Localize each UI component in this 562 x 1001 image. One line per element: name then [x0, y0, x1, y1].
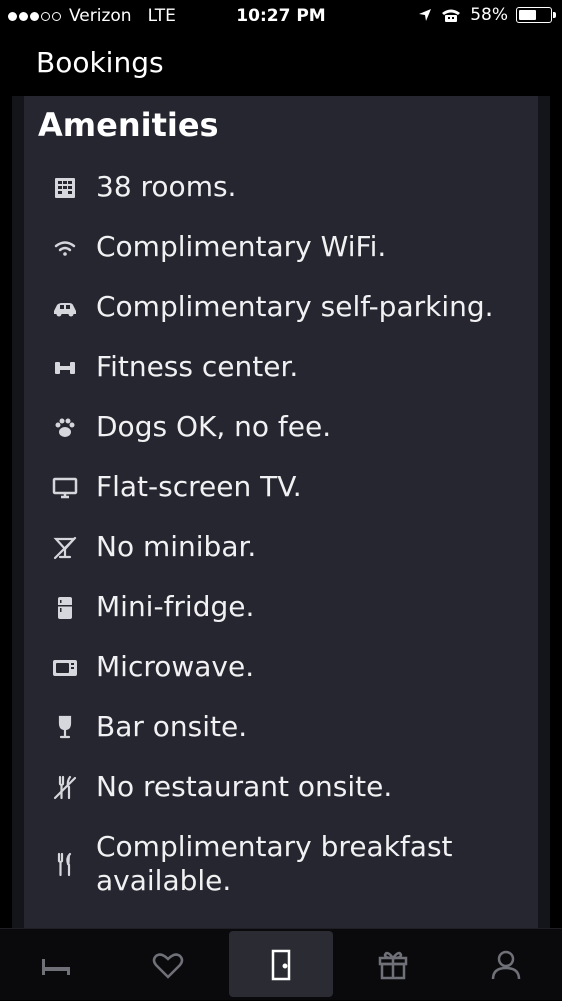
page-title: Bookings [36, 46, 164, 79]
gift-icon [378, 951, 408, 980]
amenity-label: Bar onsite. [96, 710, 248, 743]
door-icon [271, 949, 291, 981]
list-item: Flat-screen TV. [12, 470, 550, 530]
amenity-label: Flat-screen TV. [96, 470, 302, 503]
list-item: Bar onsite. [12, 710, 550, 770]
list-item: Mini-fridge. [12, 590, 550, 650]
alarm-icon [442, 9, 461, 22]
list-item: Dogs OK, no fee. [12, 410, 550, 470]
amenity-label: No minibar. [96, 530, 257, 563]
nav-bar: Bookings [0, 32, 562, 96]
building-icon [50, 173, 80, 203]
tab-hotels[interactable] [0, 929, 112, 1001]
amenity-label: No restaurant onsite. [96, 770, 393, 803]
list-item: Complimentary self-parking. [12, 290, 550, 350]
wifi-icon [50, 233, 80, 263]
microwave-icon [50, 653, 80, 683]
tab-bookings[interactable] [225, 929, 337, 1001]
tab-gifts[interactable] [337, 929, 449, 1001]
dumbbell-icon [50, 353, 80, 383]
amenities-panel[interactable]: Amenities 38 rooms. Complimentary WiFi. [12, 96, 550, 928]
amenity-label: Mini-fridge. [96, 590, 255, 623]
section-title: Amenities [38, 106, 219, 144]
tab-profile[interactable] [450, 929, 562, 1001]
list-item: No minibar. [12, 530, 550, 590]
bed-icon [42, 959, 70, 975]
no-restaurant-icon [50, 773, 80, 803]
paw-icon [50, 413, 80, 443]
battery-percent: 58% [470, 5, 508, 25]
tv-icon [50, 473, 80, 503]
list-item: Complimentary WiFi. [12, 230, 550, 290]
battery-icon [516, 7, 556, 23]
amenity-label: Complimentary breakfast available. [96, 830, 453, 897]
tab-favorites[interactable] [112, 929, 224, 1001]
list-item: Complimentary breakfast available. [12, 830, 550, 910]
amenity-label: Complimentary self-parking. [96, 290, 494, 323]
status-bar: Verizon LTE 10:27 PM 58% [0, 0, 562, 32]
heart-icon [152, 953, 184, 979]
fork-knife-icon [50, 850, 80, 880]
amenities-list: 38 rooms. Complimentary WiFi. Compliment… [12, 170, 550, 910]
list-item: Fitness center. [12, 350, 550, 410]
person-icon [491, 950, 521, 980]
tab-bar [0, 928, 562, 1000]
fridge-icon [50, 593, 80, 623]
wine-glass-icon [50, 713, 80, 743]
amenity-label: 38 rooms. [96, 170, 237, 203]
list-item: Microwave. [12, 650, 550, 710]
list-item: 38 rooms. [12, 170, 550, 230]
amenity-label: Microwave. [96, 650, 255, 683]
amenity-label: Complimentary WiFi. [96, 230, 387, 263]
amenity-label: Fitness center. [96, 350, 299, 383]
car-icon [50, 293, 80, 323]
location-arrow-icon [419, 9, 432, 21]
list-item: No restaurant onsite. [12, 770, 550, 830]
status-right: 58% [418, 5, 556, 25]
amenity-label: Dogs OK, no fee. [96, 410, 332, 443]
no-cocktail-icon [50, 533, 80, 563]
